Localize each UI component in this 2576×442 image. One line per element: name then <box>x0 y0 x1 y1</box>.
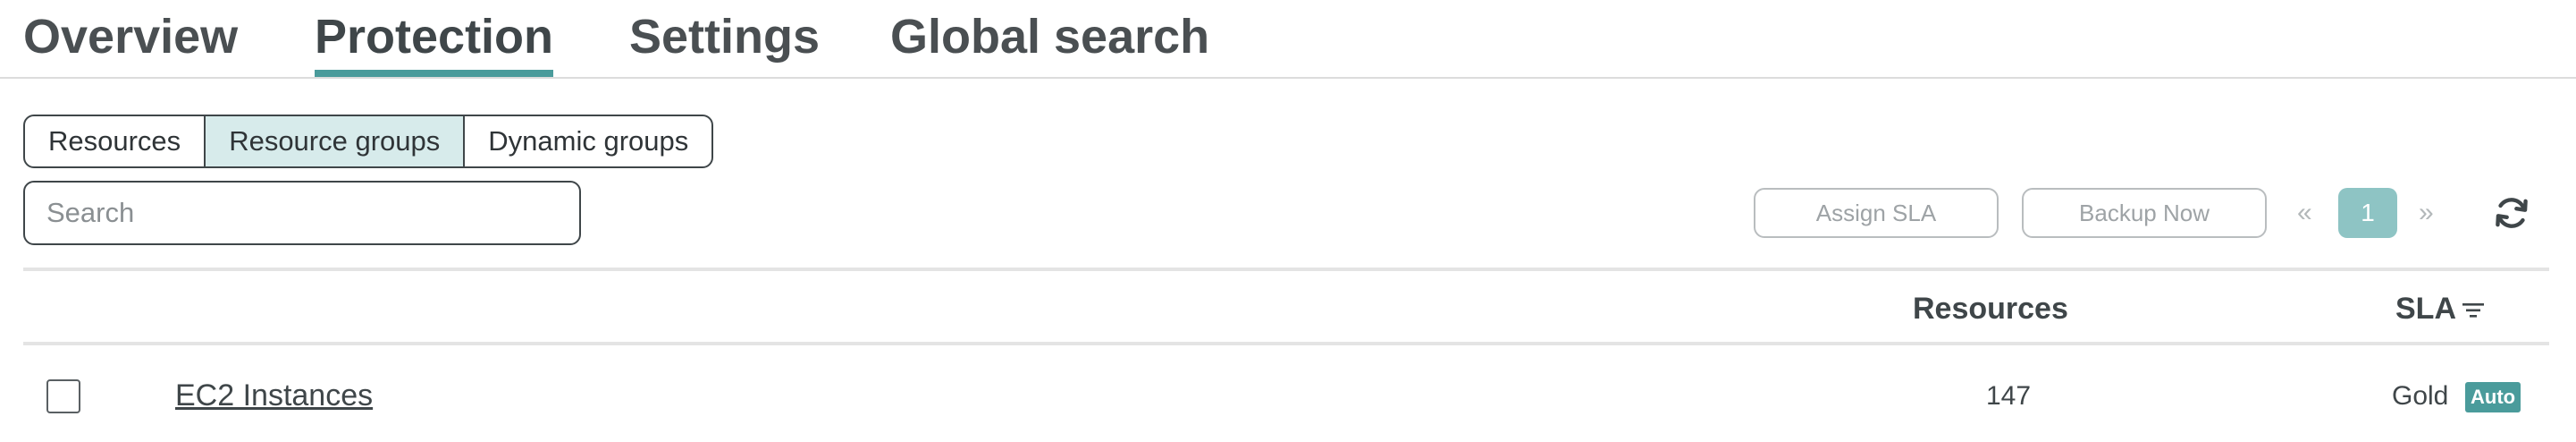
column-header-resources[interactable]: Resources <box>1913 286 2068 331</box>
row-name-link[interactable]: EC2 Instances <box>175 374 373 417</box>
tab-settings[interactable]: Settings <box>629 5 820 68</box>
tab-overview[interactable]: Overview <box>23 5 238 68</box>
search-input[interactable] <box>23 181 581 245</box>
row-checkbox[interactable] <box>46 379 80 413</box>
backup-now-button[interactable]: Backup Now <box>2022 188 2267 238</box>
view-segmented-control: Resources Resource groups Dynamic groups <box>23 115 714 168</box>
pager-next-button[interactable]: » <box>2419 191 2434 234</box>
filter-icon[interactable] <box>2462 301 2485 320</box>
row-sla-value: Gold <box>2392 381 2449 411</box>
auto-badge: Auto <box>2465 382 2521 412</box>
segment-resource-groups[interactable]: Resource groups <box>204 116 464 166</box>
pager-page-current[interactable]: 1 <box>2338 188 2397 238</box>
refresh-icon[interactable] <box>2492 193 2531 233</box>
assign-sla-button[interactable]: Assign SLA <box>1754 188 1999 238</box>
table-row: EC2 Instances 147 Gold Auto <box>23 367 2549 429</box>
tab-global-search[interactable]: Global search <box>890 5 1209 68</box>
pager-prev-button[interactable]: « <box>2297 191 2312 234</box>
row-resources-count: 147 <box>1986 381 2032 411</box>
tab-protection[interactable]: Protection <box>315 5 554 77</box>
table-top-divider <box>23 268 2549 271</box>
table-header-divider <box>23 342 2549 345</box>
segment-resources[interactable]: Resources <box>25 116 204 166</box>
top-nav: Overview Protection Settings Global sear… <box>0 0 2576 79</box>
column-header-sla: SLA <box>2395 286 2485 331</box>
segment-dynamic-groups[interactable]: Dynamic groups <box>463 116 711 166</box>
column-header-sla-label: SLA <box>2395 292 2456 326</box>
